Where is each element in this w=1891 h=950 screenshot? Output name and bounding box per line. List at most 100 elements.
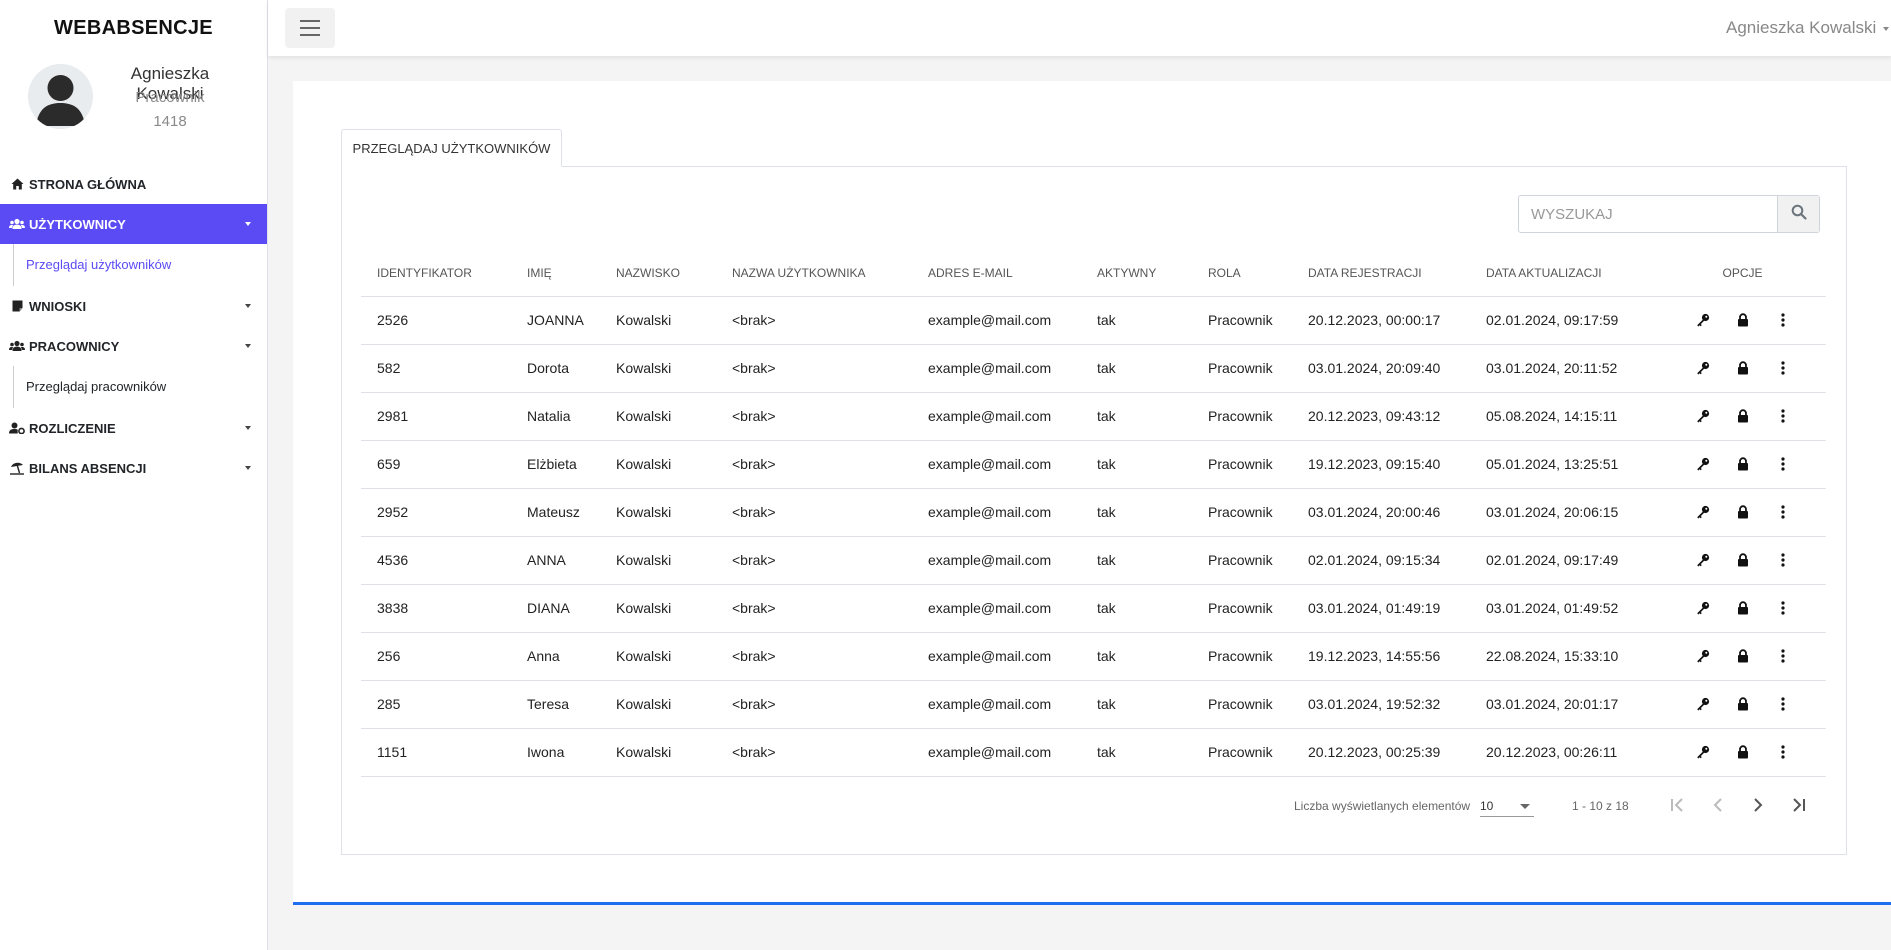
lock-icon[interactable] xyxy=(1735,648,1751,664)
more-vertical-icon[interactable] xyxy=(1775,408,1791,424)
first-page-icon[interactable] xyxy=(1666,793,1690,817)
users-icon xyxy=(9,339,25,353)
table-body: 2526 JOANNA Kowalski <brak> example@mail.com… xyxy=(361,296,1826,777)
column-header[interactable]: DATA REJESTRACJI xyxy=(1292,250,1470,297)
cell-first-name: Anna xyxy=(511,632,600,681)
sidebar-subitem-przegladaj-pracownikow[interactable]: Przeglądaj pracowników xyxy=(26,379,166,394)
prev-page-icon[interactable] xyxy=(1706,793,1730,817)
cell-username: <brak> xyxy=(716,536,912,585)
more-vertical-icon[interactable] xyxy=(1775,552,1791,568)
cell-id: 659 xyxy=(361,440,511,489)
cell-id: 1151 xyxy=(361,728,511,777)
table-row[interactable]: 4536 ANNA Kowalski <brak> example@mail.com ta… xyxy=(361,536,1826,585)
lock-icon[interactable] xyxy=(1735,360,1751,376)
column-header[interactable]: AKTYWNY xyxy=(1081,250,1192,297)
more-vertical-icon[interactable] xyxy=(1775,360,1791,376)
cell-last-name: Kowalski xyxy=(600,392,716,441)
key-icon[interactable] xyxy=(1695,552,1711,568)
column-header[interactable]: IMIĘ xyxy=(511,250,600,297)
column-header[interactable]: NAZWISKO xyxy=(600,250,716,297)
cell-registered: 02.01.2024, 09:15:34 xyxy=(1292,536,1470,585)
table-row[interactable]: 3838 DIANA Kowalski <brak> example@mail.com t… xyxy=(361,584,1826,633)
table-row[interactable]: 582 Dorota Kowalski <brak> example@mail.com t… xyxy=(361,344,1826,393)
lock-icon[interactable] xyxy=(1735,600,1751,616)
more-vertical-icon[interactable] xyxy=(1775,648,1791,664)
column-header[interactable]: NAZWA UŻYTKOWNIKA xyxy=(716,250,912,297)
cell-id: 256 xyxy=(361,632,511,681)
lock-icon[interactable] xyxy=(1735,456,1751,472)
cell-options xyxy=(1659,680,1826,729)
cell-id: 2526 xyxy=(361,296,511,345)
more-vertical-icon[interactable] xyxy=(1775,696,1791,712)
lock-icon[interactable] xyxy=(1735,504,1751,520)
sidebar: WEBABSENCJE Agnieszka Kowalski Pracownik… xyxy=(0,0,268,950)
cell-email: example@mail.com xyxy=(912,392,1081,441)
cell-username: <brak> xyxy=(716,584,912,633)
table-row[interactable]: 2952 Mateusz Kowalski <brak> example@mail.co… xyxy=(361,488,1826,537)
cell-last-name: Kowalski xyxy=(600,632,716,681)
sidebar-item-wnioski[interactable]: WNIOSKI xyxy=(0,286,267,326)
lock-icon[interactable] xyxy=(1735,408,1751,424)
cell-active: tak xyxy=(1081,728,1192,777)
page-size-select[interactable]: 10 xyxy=(1480,795,1534,817)
lock-icon[interactable] xyxy=(1735,552,1751,568)
key-icon[interactable] xyxy=(1695,312,1711,328)
cell-role: Pracownik xyxy=(1192,440,1292,489)
cell-first-name: Elżbieta xyxy=(511,440,600,489)
profile-id: 1418 xyxy=(153,113,187,130)
table-row[interactable]: 256 Anna Kowalski <brak> example@mail.com tak… xyxy=(361,632,1826,681)
more-vertical-icon[interactable] xyxy=(1775,504,1791,520)
column-header[interactable]: ROLA xyxy=(1192,250,1292,297)
key-icon[interactable] xyxy=(1695,456,1711,472)
lock-icon[interactable] xyxy=(1735,696,1751,712)
tab-przegladaj-uzytkownikow[interactable]: PRZEGLĄDAJ UŻYTKOWNIKÓW xyxy=(341,129,562,167)
sidebar-item-bilans-absencji[interactable]: BILANS ABSENCJI xyxy=(0,448,267,488)
sidebar-subitem-przegladaj-uzytkownikow[interactable]: Przeglądaj użytkowników xyxy=(26,257,171,272)
cell-email: example@mail.com xyxy=(912,632,1081,681)
key-icon[interactable] xyxy=(1695,360,1711,376)
lock-icon[interactable] xyxy=(1735,312,1751,328)
column-header[interactable]: ADRES E-MAIL xyxy=(912,250,1081,297)
sidebar-item-pracownicy[interactable]: PRACOWNICY xyxy=(0,326,267,366)
key-icon[interactable] xyxy=(1695,408,1711,424)
column-header[interactable]: IDENTYFIKATOR xyxy=(361,250,511,297)
next-page-icon[interactable] xyxy=(1746,793,1770,817)
cell-updated: 05.01.2024, 13:25:51 xyxy=(1470,440,1659,489)
more-vertical-icon[interactable] xyxy=(1775,744,1791,760)
cell-id: 285 xyxy=(361,680,511,729)
cell-options xyxy=(1659,296,1826,345)
key-icon[interactable] xyxy=(1695,648,1711,664)
cell-role: Pracownik xyxy=(1192,296,1292,345)
cell-updated: 02.01.2024, 09:17:49 xyxy=(1470,536,1659,585)
last-page-icon[interactable] xyxy=(1786,793,1810,817)
cell-updated: 02.01.2024, 09:17:59 xyxy=(1470,296,1659,345)
more-vertical-icon[interactable] xyxy=(1775,312,1791,328)
key-icon[interactable] xyxy=(1695,744,1711,760)
sidebar-nav: STRONA GŁÓWNA UŻYTKOWNICY Przeglądaj uży… xyxy=(0,164,267,488)
cell-updated: 22.08.2024, 15:33:10 xyxy=(1470,632,1659,681)
sidebar-item-rozliczenie[interactable]: ROZLICZENIE xyxy=(0,408,267,448)
cell-username: <brak> xyxy=(716,488,912,537)
search-icon xyxy=(1791,204,1807,225)
table-row[interactable]: 1151 Iwona Kowalski <brak> example@mail.com t… xyxy=(361,728,1826,777)
profile-role: Pracownik xyxy=(135,89,205,106)
more-vertical-icon[interactable] xyxy=(1775,456,1791,472)
key-icon[interactable] xyxy=(1695,696,1711,712)
column-header[interactable]: DATA AKTUALIZACJI xyxy=(1470,250,1659,297)
more-vertical-icon[interactable] xyxy=(1775,600,1791,616)
home-icon xyxy=(9,177,25,191)
table-row[interactable]: 2981 Natalia Kowalski <brak> example@mail.co… xyxy=(361,392,1826,441)
hamburger-icon[interactable] xyxy=(285,8,335,48)
lock-icon[interactable] xyxy=(1735,744,1751,760)
table-row[interactable]: 2526 JOANNA Kowalski <brak> example@mail.com… xyxy=(361,296,1826,345)
key-icon[interactable] xyxy=(1695,600,1711,616)
search-button[interactable] xyxy=(1777,196,1819,232)
search-input[interactable] xyxy=(1519,196,1777,232)
cell-registered: 03.01.2024, 19:52:32 xyxy=(1292,680,1470,729)
key-icon[interactable] xyxy=(1695,504,1711,520)
user-menu[interactable]: Agnieszka Kowalski xyxy=(1726,18,1891,38)
table-row[interactable]: 659 Elżbieta Kowalski <brak> example@mail.co… xyxy=(361,440,1826,489)
sidebar-item-uzytkownicy[interactable]: UŻYTKOWNICY xyxy=(0,204,267,244)
sidebar-item-strona-glowna[interactable]: STRONA GŁÓWNA xyxy=(0,164,267,204)
table-row[interactable]: 285 Teresa Kowalski <brak> example@mail.com t… xyxy=(361,680,1826,729)
